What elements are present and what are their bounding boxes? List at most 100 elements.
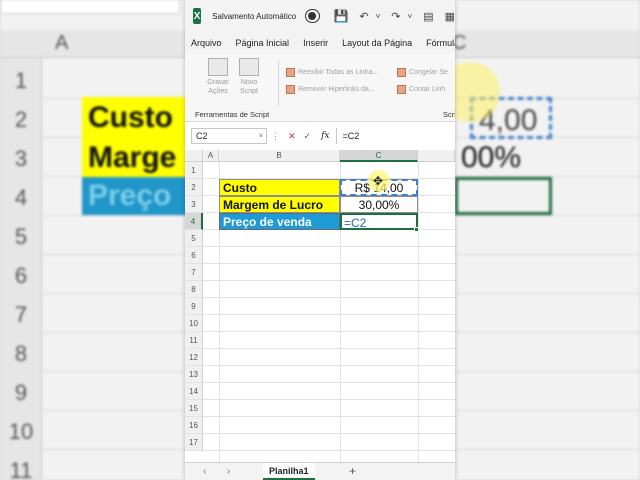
script-icon [286,68,295,77]
row-header[interactable]: 1 [185,162,203,179]
bg-cell-preco: Preço [82,177,192,215]
chevron-down-icon[interactable]: ˅ [408,12,413,21]
form-icon[interactable]: ▤ [423,10,433,23]
row-header[interactable]: 11 [185,332,203,349]
undo-icon[interactable]: ↶ [359,10,368,23]
gridline [203,280,455,281]
autosave-toggle[interactable] [305,9,321,23]
row-header[interactable]: 3 [185,196,203,213]
ribbon: Gravar Ações Novo Script Reexibir Todas … [185,54,455,122]
row-header[interactable]: 12 [185,349,203,366]
cancel-icon[interactable]: ✕ [288,131,296,142]
show-all-label: Reexibir Todas as Linha... [298,69,379,76]
gridline [203,450,455,451]
row-header[interactable]: 14 [185,383,203,400]
title-bar: X Salvamento Automático 💾 ↶ ˅ ↷ ˅ ▤ ▦ [185,0,455,32]
chevron-left-icon[interactable]: ‹ [203,466,206,477]
cell-c4-editing[interactable]: =C2 [340,213,418,230]
gridline [203,382,455,383]
row-header[interactable]: 17 [185,434,203,451]
gridline [203,314,455,315]
column-header-d[interactable] [418,150,455,162]
bg-active-cell [455,177,552,215]
gridline [203,433,455,434]
row-header[interactable]: 8 [185,281,203,298]
gridline [203,263,455,264]
column-header-b[interactable]: B [219,150,340,162]
bg-row-number: 1 [14,68,28,93]
bg-row-number: 5 [14,224,28,249]
bg-cell-custo: Custo [82,97,192,139]
gridline [203,348,455,349]
name-box-value: C2 [196,131,208,141]
row-header[interactable]: 7 [185,264,203,281]
row-header[interactable]: 5 [185,230,203,247]
row-header[interactable]: 13 [185,366,203,383]
tab-arquivo[interactable]: Arquivo [191,38,222,48]
formula-input[interactable]: =C2 [335,128,455,144]
row-header[interactable]: 6 [185,247,203,264]
row-header[interactable]: 2 [185,179,203,196]
gridline [203,246,455,247]
bg-row-number: 10 [8,419,34,444]
add-sheet-button[interactable]: + [349,464,356,478]
move-cursor-icon: ✥ [373,174,384,188]
script-icon [397,68,406,77]
row-header[interactable]: 4 [185,213,203,230]
freeze-label: Congelar Se [409,69,448,76]
redo-icon[interactable]: ↷ [391,10,400,23]
column-header-c[interactable]: C [340,150,418,162]
autosave-label: Salvamento Automático [212,11,297,21]
grid-icon[interactable]: ▦ [445,10,455,23]
cell-c3[interactable]: 30,00% [340,196,418,213]
tab-pagina-inicial[interactable]: Página Inicial [236,38,290,48]
count-lines-button[interactable]: Contar Linh [397,85,445,94]
name-box[interactable]: C2 ˅ [191,128,267,144]
freeze-button[interactable]: Congelar Se [397,68,448,77]
gridline [418,162,419,462]
bg-col-a: A [55,32,69,54]
chevron-down-icon[interactable]: ˅ [376,12,381,21]
record-icon [208,58,228,76]
sheet-tab-planilha1[interactable]: Planilha1 [263,463,315,480]
row-header[interactable]: 9 [185,298,203,315]
column-header-a[interactable]: A [203,150,219,162]
ribbon-separator [278,60,279,106]
remove-hyperlinks-button[interactable]: Remover Hiperlinks da... [286,85,375,94]
tab-formulas[interactable]: Fórmula [426,38,455,48]
sheet-bar: ‹ › Planilha1 + [185,462,455,480]
ribbon-group-label-2: Scri [443,110,455,119]
chevron-right-icon[interactable]: › [227,466,230,477]
bg-row-number: 6 [14,263,28,288]
script-icon [397,85,406,94]
bg-row-number: 3 [14,146,28,171]
row-header[interactable]: 15 [185,400,203,417]
confirm-icon[interactable]: ✓ [304,131,312,142]
cell-b3[interactable]: Margem de Lucro [219,196,340,213]
separator-icon: ⋮ [271,130,280,141]
count-lines-label: Contar Linh [409,86,446,93]
excel-app-icon: X [193,8,202,24]
screen: A C 1 2 3 4 5 6 7 8 9 10 11 Custo Marge Preço 4,00… [0,0,640,480]
ribbon-group-label: Ferramentas de Script [195,110,270,119]
row-header[interactable]: 10 [185,315,203,332]
tab-layout-da-pagina[interactable]: Layout da Página [342,38,412,48]
cell-b4[interactable]: Preço de venda [219,213,340,230]
select-all-corner[interactable] [185,150,203,162]
save-icon[interactable]: 💾 [333,9,348,23]
cell-b2[interactable]: Custo [219,179,340,196]
worksheet-grid[interactable]: A B C 1 2 3 4 5 6 7 8 9 10 11 12 13 14 15 16 17 Custo Ma… [185,150,455,462]
gridline [203,416,455,417]
gridline [203,297,455,298]
fill-handle[interactable] [414,227,419,232]
remove-links-label: Remover Hiperlinks da... [298,86,375,93]
script-icon [286,85,295,94]
tab-inserir[interactable]: Inserir [303,38,328,48]
bg-row-number: 2 [14,107,28,132]
record-actions-button[interactable]: Gravar Ações [205,58,231,96]
row-header[interactable]: 16 [185,417,203,434]
new-script-button[interactable]: Novo Script [236,58,262,96]
insert-function-icon[interactable]: fx [321,131,329,141]
show-all-rows-button[interactable]: Reexibir Todas as Linha... [286,68,378,77]
formula-bar: C2 ˅ ⋮ ✕ ✓ fx =C2 [185,126,455,146]
